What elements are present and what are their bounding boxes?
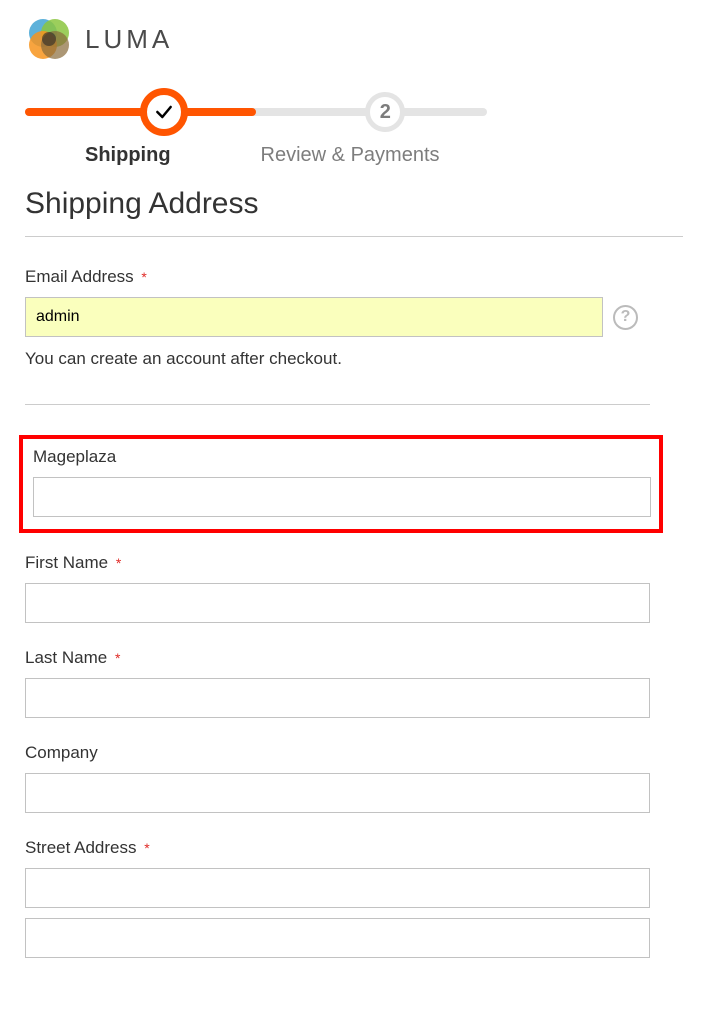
checkout-progress: 2 Shipping Review & Payments <box>0 108 708 167</box>
progress-track: 2 <box>25 108 487 116</box>
custom-field-input[interactable] <box>33 477 651 517</box>
field-first-name: First Name * <box>25 553 683 623</box>
step-shipping-node[interactable] <box>140 88 188 136</box>
progress-labels: Shipping Review & Payments <box>25 144 487 167</box>
company-input[interactable] <box>25 773 650 813</box>
required-marker: * <box>116 555 121 571</box>
step-label-shipping[interactable]: Shipping <box>85 144 171 167</box>
field-street: Street Address * <box>25 838 683 968</box>
email-label: Email Address * <box>25 267 147 287</box>
company-label: Company <box>25 743 98 763</box>
first-name-label: First Name * <box>25 553 121 573</box>
email-hint: You can create an account after checkout… <box>25 349 683 369</box>
page-title: Shipping Address <box>25 187 683 221</box>
header: LUMA <box>0 0 708 83</box>
custom-field-label: Mageplaza <box>33 447 116 467</box>
field-last-name: Last Name * <box>25 648 683 718</box>
street-label: Street Address * <box>25 838 150 858</box>
last-name-input[interactable] <box>25 678 650 718</box>
step-number: 2 <box>380 101 391 124</box>
field-company: Company <box>25 743 683 813</box>
check-icon <box>154 102 174 122</box>
required-marker: * <box>141 269 146 285</box>
luma-logo-icon <box>25 15 73 63</box>
step-label-review[interactable]: Review & Payments <box>261 144 440 167</box>
brand-name: LUMA <box>85 24 173 55</box>
required-marker: * <box>115 650 120 666</box>
highlight-custom-field: Mageplaza <box>19 435 663 533</box>
step-review-node[interactable]: 2 <box>365 92 405 132</box>
first-name-input[interactable] <box>25 583 650 623</box>
email-input[interactable] <box>25 297 603 337</box>
required-marker: * <box>144 840 149 856</box>
help-icon[interactable]: ? <box>613 305 638 330</box>
street-line2-input[interactable] <box>25 918 650 958</box>
divider <box>25 404 650 405</box>
last-name-label: Last Name * <box>25 648 120 668</box>
field-email: Email Address * ? You can create an acco… <box>25 267 683 369</box>
divider <box>25 236 683 237</box>
street-line1-input[interactable] <box>25 868 650 908</box>
